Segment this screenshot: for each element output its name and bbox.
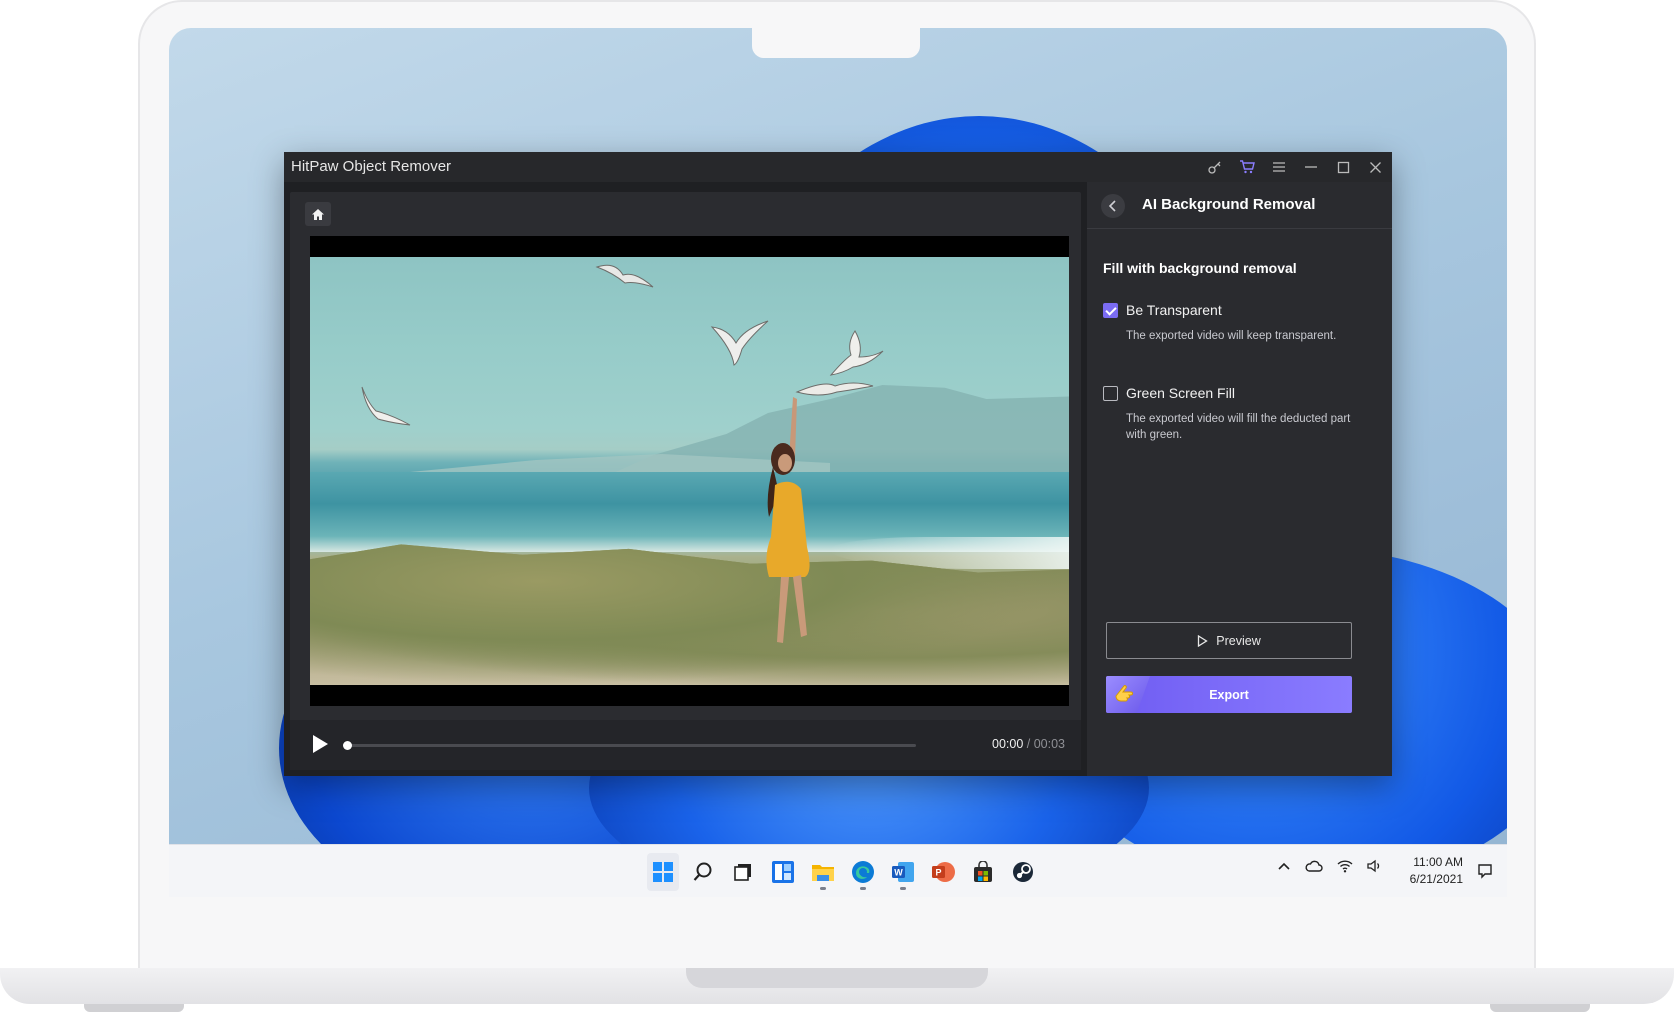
laptop-foot-right (1490, 1004, 1590, 1012)
maximize-icon[interactable] (1334, 156, 1352, 178)
svg-text:W: W (894, 868, 903, 878)
green-screen-fill-checkbox[interactable] (1103, 386, 1118, 401)
progress-track[interactable] (346, 744, 916, 747)
laptop-base-notch (686, 968, 988, 988)
video-preview[interactable] (310, 236, 1069, 706)
be-transparent-checkbox[interactable] (1103, 303, 1118, 318)
wifi-icon[interactable] (1337, 859, 1353, 876)
key-icon[interactable] (1206, 156, 1224, 178)
back-button[interactable] (1101, 194, 1125, 218)
editor-area: 00:00 / 00:03 (290, 192, 1081, 770)
windows-start-icon[interactable] (647, 853, 679, 891)
menu-icon[interactable] (1270, 156, 1288, 178)
person-shape (766, 397, 810, 643)
app-window: HitPaw Object Remover 00:00 / 00:03 AI B… (284, 152, 1392, 776)
export-label: Export (1209, 687, 1249, 702)
widgets-icon[interactable] (767, 853, 799, 891)
taskbar-apps: W P (647, 853, 1039, 891)
clock-date: 6/21/2021 (1409, 872, 1463, 886)
play-outline-icon (1198, 634, 1208, 647)
task-view-icon[interactable] (727, 853, 759, 891)
camera-notch (752, 28, 920, 58)
taskbar: W P 11:00 AM 6/21/2021 (169, 844, 1507, 897)
chevron-up-icon[interactable] (1277, 859, 1291, 876)
chevron-left-icon (1108, 200, 1116, 212)
progress-handle[interactable] (343, 741, 352, 750)
notification-icon[interactable] (1477, 863, 1493, 884)
section-title: Fill with background removal (1103, 260, 1297, 276)
word-icon[interactable]: W (887, 853, 919, 891)
home-button[interactable] (305, 202, 331, 226)
cloud-icon[interactable] (1305, 859, 1323, 876)
edge-icon[interactable] (847, 853, 879, 891)
bird-shape (595, 264, 654, 288)
video-frame (310, 257, 1069, 685)
option-label: Be Transparent (1126, 302, 1222, 318)
store-icon[interactable] (967, 853, 999, 891)
pointing-hand-icon (1115, 685, 1133, 702)
cart-icon[interactable] (1238, 156, 1256, 178)
taskbar-clock[interactable]: 11:00 AM 6/21/2021 (1410, 854, 1463, 888)
duration: 00:03 (1033, 737, 1065, 751)
bird-shape (361, 386, 411, 426)
play-icon (313, 735, 328, 753)
panel-title: AI Background Removal (1142, 196, 1316, 213)
steam-icon[interactable] (1007, 853, 1039, 891)
export-button[interactable]: Export (1106, 676, 1352, 713)
search-icon[interactable] (687, 853, 719, 891)
panel-header: AI Background Removal (1087, 182, 1392, 229)
option-description: The exported video will fill the deducte… (1126, 413, 1351, 441)
minimize-icon[interactable] (1302, 156, 1320, 178)
file-explorer-icon[interactable] (807, 853, 839, 891)
clock-time: 11:00 AM (1413, 855, 1463, 869)
close-icon[interactable] (1366, 156, 1384, 178)
system-tray (1277, 859, 1383, 876)
side-panel: AI Background Removal Fill with backgrou… (1087, 182, 1392, 776)
window-controls (1206, 156, 1384, 178)
option-label: Green Screen Fill (1126, 385, 1235, 401)
play-button[interactable] (308, 732, 332, 756)
current-time: 00:00 (992, 737, 1024, 751)
bird-shape (710, 320, 769, 366)
time-separator: / (1023, 737, 1034, 751)
home-icon (312, 208, 324, 220)
powerpoint-icon[interactable]: P (927, 853, 959, 891)
preview-button[interactable]: Preview (1106, 622, 1352, 659)
svg-text:P: P (935, 868, 941, 878)
laptop-foot-left (84, 1004, 184, 1012)
app-title: HitPaw Object Remover (291, 158, 452, 175)
time-display: 00:00 / 00:03 (992, 737, 1065, 751)
title-bar[interactable]: HitPaw Object Remover (284, 152, 1392, 182)
volume-icon[interactable] (1367, 859, 1383, 876)
preview-label: Preview (1216, 633, 1261, 648)
playback-bar: 00:00 / 00:03 (290, 720, 1081, 770)
option-description: The exported video will keep transparent… (1126, 330, 1337, 342)
